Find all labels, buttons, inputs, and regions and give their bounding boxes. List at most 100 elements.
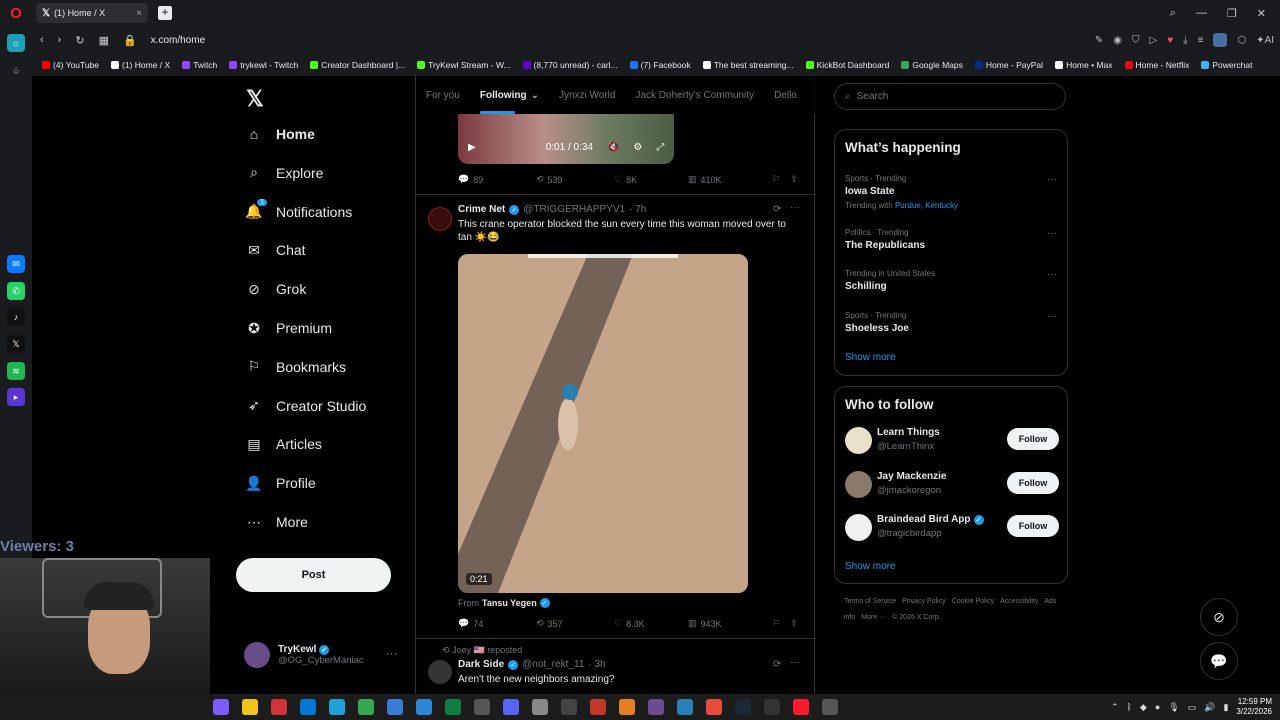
mic-icon[interactable]: 🎙 <box>1168 702 1179 713</box>
video-player[interactable]: 0:21 <box>458 254 748 593</box>
maximize-button[interactable]: ❐ <box>1227 7 1237 20</box>
tab-dello[interactable]: Dello <box>774 90 797 101</box>
reply-button[interactable]: 💬 74 <box>458 618 536 629</box>
post-button[interactable]: Post <box>236 558 391 592</box>
edge-icon[interactable] <box>329 699 345 715</box>
bookmark-icon[interactable]: ⚐ <box>772 174 780 185</box>
tweet-time[interactable]: · 3h <box>588 659 605 670</box>
app-icon[interactable] <box>300 699 316 715</box>
star-icon[interactable]: ☆ <box>7 62 25 80</box>
share-icon[interactable]: ⇧ <box>790 618 798 629</box>
bookmark-item[interactable]: (4) YouTube <box>42 60 99 70</box>
source-name[interactable]: Tansu Yegen <box>482 598 537 608</box>
grok-icon[interactable]: ⟳ <box>773 659 781 670</box>
tab-jynxzi-world[interactable]: Jynxzi World <box>559 90 616 101</box>
mute-icon[interactable]: 🔇 <box>607 142 619 153</box>
views-button[interactable]: ▥ 410K <box>688 174 772 185</box>
more-dots-icon[interactable]: ··· <box>1047 269 1057 280</box>
tab-jack-doherty-s-community[interactable]: Jack Doherty's Community <box>635 90 754 101</box>
tiktok-icon[interactable]: ♪ <box>7 308 25 326</box>
minimize-button[interactable]: — <box>1196 7 1207 20</box>
more-dots-icon[interactable]: ··· <box>386 648 397 660</box>
chrome-icon[interactable] <box>358 699 374 715</box>
follow-suggestion[interactable]: Jay Mackenzie @jmackoregon Follow <box>845 469 1059 499</box>
app-icon[interactable] <box>387 699 403 715</box>
share-icon[interactable]: ⇧ <box>790 174 798 185</box>
battery-icon[interactable]: ▮ <box>1223 702 1228 713</box>
author-name[interactable]: Crime Net <box>458 204 505 215</box>
bookmark-item[interactable]: KickBot Dashboard <box>805 60 889 70</box>
file-explorer-icon[interactable] <box>242 699 258 715</box>
discord-icon[interactable] <box>503 699 519 715</box>
app-icon[interactable] <box>445 699 461 715</box>
chevron-up-icon[interactable]: ⌃ <box>1111 702 1119 713</box>
author-handle[interactable]: @TRIGGERHAPPYV1 <box>523 204 625 215</box>
mixer-icon[interactable] <box>532 699 548 715</box>
suggestion-name[interactable]: Jay Mackenzie <box>877 471 947 482</box>
app-icon[interactable] <box>822 699 838 715</box>
nav-item-chat[interactable]: ✉ Chat <box>246 242 305 259</box>
copilot-icon[interactable] <box>213 699 229 715</box>
trend-item[interactable]: Trending in United States Schilling ··· <box>845 269 1057 292</box>
bookmark-item[interactable]: (7) Facebook <box>629 60 691 70</box>
url-field[interactable]: x.com/home <box>151 35 205 46</box>
player-icon[interactable]: ▸ <box>7 388 25 406</box>
nav-item-creator-studio[interactable]: ➶ Creator Studio <box>246 397 366 414</box>
tabs-grid-icon[interactable]: ▦ <box>99 34 109 47</box>
app-icon[interactable] <box>706 699 722 715</box>
avatar[interactable] <box>428 207 452 231</box>
fullscreen-icon[interactable]: ⤢ <box>656 142 664 153</box>
more-dots-icon[interactable]: ··· <box>1047 311 1057 322</box>
browser-tab[interactable]: 𝕏 (1) Home / X × <box>36 3 148 23</box>
follow-button[interactable]: Follow <box>1007 515 1059 537</box>
trend-item[interactable]: Politics · Trending The Republicans ··· <box>845 228 1057 251</box>
bookmark-item[interactable]: TryKewl Stream - W... <box>417 60 511 70</box>
x-icon[interactable]: 𝕏 <box>7 335 25 353</box>
more-dots-icon[interactable]: ··· <box>1047 174 1057 185</box>
home-icon[interactable]: ⌂ <box>7 34 25 52</box>
tab-close-icon[interactable]: × <box>136 8 142 19</box>
more-dots-icon[interactable]: ··· <box>1047 228 1057 239</box>
chat-fab-icon[interactable]: 💬 <box>1200 642 1238 680</box>
trend-item[interactable]: Sports · Trending Shoeless Joe ··· <box>845 311 1057 334</box>
tweet-time[interactable]: · 7h <box>629 204 646 215</box>
edit-icon[interactable]: ✎ <box>1095 35 1103 46</box>
footer-link[interactable]: Accessibility <box>1000 598 1038 605</box>
follow-suggestion[interactable]: Learn Things @LearnThinx Follow <box>845 425 1059 455</box>
bookmark-item[interactable]: Twitch <box>182 60 217 70</box>
app-tray-icon[interactable]: ● <box>1155 702 1160 712</box>
bookmark-item[interactable]: Home - Netflix <box>1124 60 1189 70</box>
game-icon[interactable] <box>648 699 664 715</box>
avatar[interactable] <box>428 660 452 684</box>
camera-icon[interactable]: ◉ <box>1113 35 1122 46</box>
suggestion-name[interactable]: Learn Things <box>877 427 940 438</box>
bookmark-item[interactable]: trykewl - Twitch <box>229 60 298 70</box>
volume-icon[interactable]: 🔊 <box>1204 702 1215 713</box>
bookmark-icon[interactable]: ⚐ <box>772 618 780 629</box>
repost-button[interactable]: ⟲ 539 <box>536 174 614 185</box>
nav-item-more[interactable]: ⋯ More <box>246 514 308 531</box>
grok-fab-icon[interactable]: ⊘ <box>1200 598 1238 636</box>
avatar[interactable] <box>845 514 872 541</box>
app-icon[interactable] <box>474 699 490 715</box>
search-input[interactable]: ⌕ Search <box>834 83 1066 110</box>
bookmark-item[interactable]: (1) Home / X <box>111 60 170 70</box>
profile-avatar[interactable] <box>1213 33 1228 47</box>
suggestion-name[interactable]: Braindead Bird App <box>877 514 971 525</box>
footer-link[interactable]: More ··· <box>861 614 886 621</box>
bookmark-item[interactable]: The best streaming... <box>702 60 794 70</box>
like-button[interactable]: ♡ 8.3K <box>614 618 688 629</box>
opera-logo-icon[interactable]: O <box>0 0 32 26</box>
settings-icon[interactable]: ⚙ <box>633 142 642 153</box>
bookmark-item[interactable]: (8,770 unread) - carl... <box>522 60 618 70</box>
footer-link[interactable]: Cookie Policy <box>952 598 994 605</box>
trend-item[interactable]: Sports · Trending Iowa State Trending with… <box>845 174 1057 210</box>
reload-icon[interactable]: ↻ <box>75 34 84 47</box>
footer-link[interactable]: © 2026 X Corp. <box>892 614 940 621</box>
heart-icon[interactable]: ♥ <box>1167 35 1173 46</box>
pdf-icon[interactable] <box>271 699 287 715</box>
epic-games-icon[interactable] <box>764 699 780 715</box>
repost-button[interactable]: ⟲ 357 <box>536 618 614 629</box>
repost-by[interactable]: Joey 🇺🇸 reposted <box>452 645 522 655</box>
bookmark-item[interactable]: Home - PayPal <box>974 60 1043 70</box>
